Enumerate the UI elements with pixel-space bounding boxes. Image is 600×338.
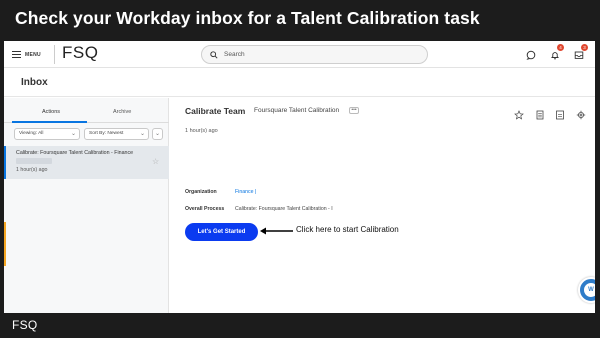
lets-get-started-button[interactable]: Let's Get Started xyxy=(185,223,258,241)
inbox-list-item[interactable]: Calibrate: Foursquare Talent Calibration… xyxy=(4,146,169,179)
footer-logo: FSQ xyxy=(12,318,38,332)
chat-icon[interactable] xyxy=(525,49,536,60)
menu-button[interactable]: MENU xyxy=(12,49,41,60)
page-header: Inbox xyxy=(4,69,595,97)
inbox-list-pane: Actions Archive Viewing: All ⌄ Sort By: … xyxy=(4,98,169,313)
search-icon xyxy=(210,50,218,59)
tab-archive[interactable]: Archive xyxy=(113,109,131,115)
arrow-left-icon xyxy=(260,227,293,235)
brand-logo[interactable]: FSQ xyxy=(62,43,98,63)
overall-process-label: Overall Process xyxy=(185,206,225,212)
divider xyxy=(54,45,55,64)
pdf-icon[interactable] xyxy=(555,107,565,120)
inbox-badge: 3 xyxy=(581,44,588,51)
scroll-indicator xyxy=(4,222,6,266)
task-title: Calibrate Team xyxy=(185,106,246,116)
page-title: Inbox xyxy=(21,77,48,88)
star-icon[interactable] xyxy=(514,107,524,120)
redacted-text xyxy=(16,158,52,164)
organization-label: Organization xyxy=(185,189,217,195)
workday-help-icon: W xyxy=(584,283,595,297)
banner-title: Check your Workday inbox for a Talent Ca… xyxy=(15,8,480,28)
hamburger-icon xyxy=(12,51,21,58)
tab-actions[interactable]: Actions xyxy=(42,109,60,115)
notifications-bell-icon[interactable]: 4 xyxy=(549,44,564,60)
workday-window: MENU FSQ 4 3 Inbox Actions Archive Viewi… xyxy=(4,41,595,313)
gear-icon[interactable] xyxy=(576,107,586,120)
chevron-down-icon: ⌄ xyxy=(139,131,145,137)
task-subtitle: Foursquare Talent Calibration xyxy=(254,107,340,114)
viewing-filter-label: Viewing: All xyxy=(19,131,44,136)
top-bar: MENU FSQ 4 3 xyxy=(4,41,595,68)
star-icon[interactable]: ☆ xyxy=(152,157,159,166)
more-options-button[interactable]: ••• xyxy=(349,107,359,114)
active-tab-indicator xyxy=(12,121,87,123)
inbox-tabs: Actions Archive xyxy=(4,103,169,123)
search-bar[interactable] xyxy=(201,45,428,64)
organization-link[interactable]: Finance | xyxy=(235,189,256,195)
viewing-filter-dropdown[interactable]: Viewing: All ⌄ xyxy=(14,128,80,140)
overall-process-value: Calibrate: Foursquare Talent Calibration… xyxy=(235,206,333,212)
item-title: Calibrate: Foursquare Talent Calibration… xyxy=(16,150,134,156)
inbox-tray-icon[interactable]: 3 xyxy=(573,44,588,60)
menu-label: MENU xyxy=(25,51,41,58)
document-icon[interactable] xyxy=(535,107,545,120)
search-input[interactable] xyxy=(224,51,414,58)
annotation-text: Click here to start Calibration xyxy=(296,225,399,234)
item-time: 1 hour(s) ago xyxy=(16,167,48,173)
sort-label: Sort By: Newest xyxy=(89,131,124,136)
chevron-down-icon: ⌄ xyxy=(70,131,76,137)
task-time: 1 hour(s) ago xyxy=(185,128,218,134)
notifications-badge: 4 xyxy=(557,44,564,51)
sort-dropdown[interactable]: Sort By: Newest ⌄ xyxy=(84,128,149,140)
task-detail-pane: Calibrate Team Foursquare Talent Calibra… xyxy=(169,98,595,313)
sort-toggle-button[interactable]: ⌄ xyxy=(152,128,163,140)
